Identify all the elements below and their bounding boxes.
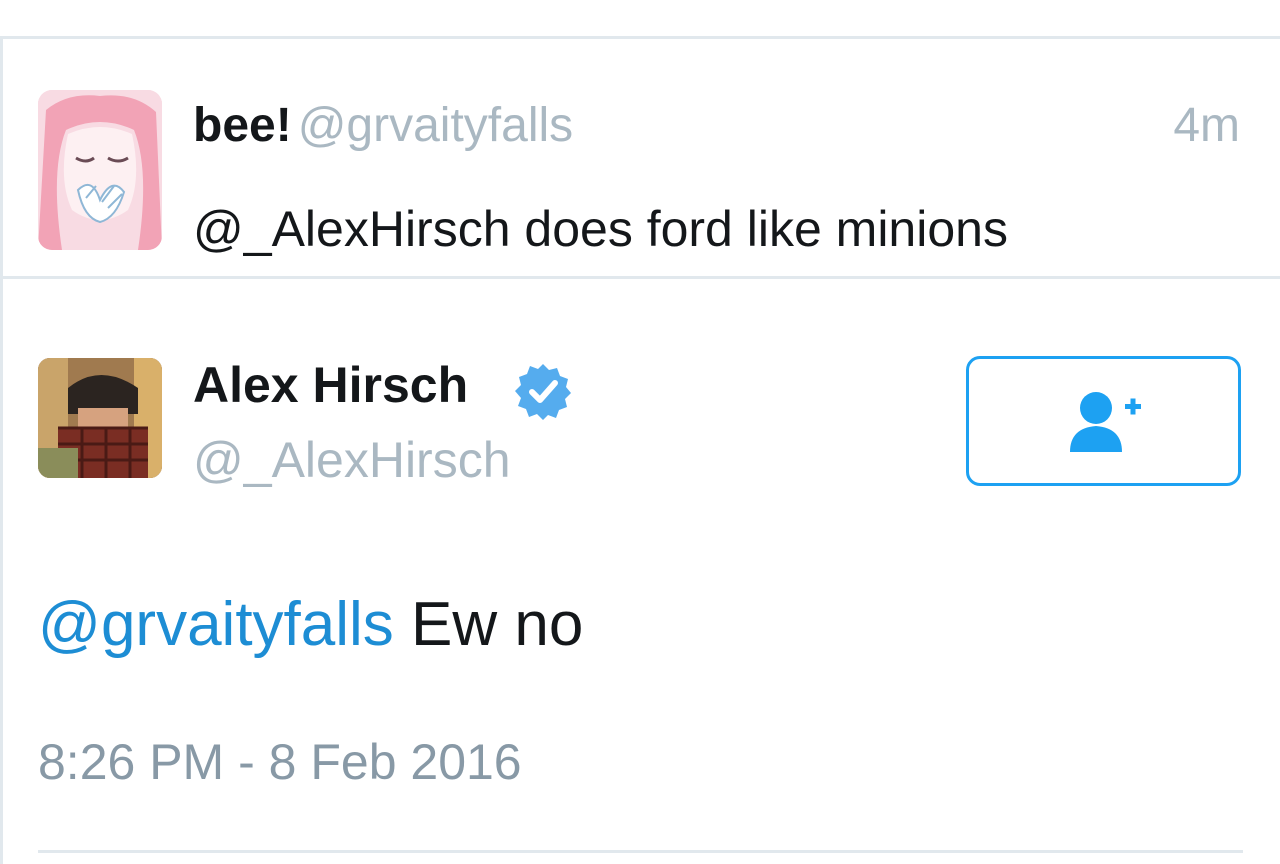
main-tweet: Alex Hirsch @_AlexHirsch @grvaityfalls E… — [3, 282, 1280, 864]
avatar-photo-image — [38, 358, 162, 478]
verified-badge-icon — [515, 364, 571, 420]
author-handle[interactable]: @_AlexHirsch — [193, 430, 511, 490]
follow-button[interactable] — [966, 356, 1241, 486]
avatar[interactable] — [38, 358, 162, 478]
author-name[interactable]: Alex Hirsch — [193, 355, 468, 415]
tweet-body: Ew no — [393, 590, 584, 659]
parent-tweet-time: 4m — [1173, 99, 1240, 152]
tweet-text: @grvaityfalls Ew no — [38, 588, 583, 662]
avatar-anime-girl-image — [38, 90, 162, 250]
divider — [38, 850, 1243, 853]
parent-author-handle[interactable]: @grvaityfalls — [298, 99, 573, 152]
tweet-detail-screen: bee! @grvaityfalls 4m @_AlexHirsch does f… — [0, 0, 1280, 864]
parent-tweet-header: bee! @grvaityfalls — [193, 97, 573, 155]
mention-link[interactable]: @grvaityfalls — [38, 590, 394, 659]
tweet-timestamp: 8:26 PM - 8 Feb 2016 — [38, 734, 522, 790]
add-user-icon — [1069, 392, 1141, 452]
avatar[interactable] — [38, 90, 162, 250]
parent-author-name[interactable]: bee! — [193, 99, 292, 152]
parent-tweet-text: @_AlexHirsch does ford like minions — [193, 201, 1008, 257]
parent-tweet[interactable]: bee! @grvaityfalls 4m @_AlexHirsch does f… — [3, 39, 1280, 279]
